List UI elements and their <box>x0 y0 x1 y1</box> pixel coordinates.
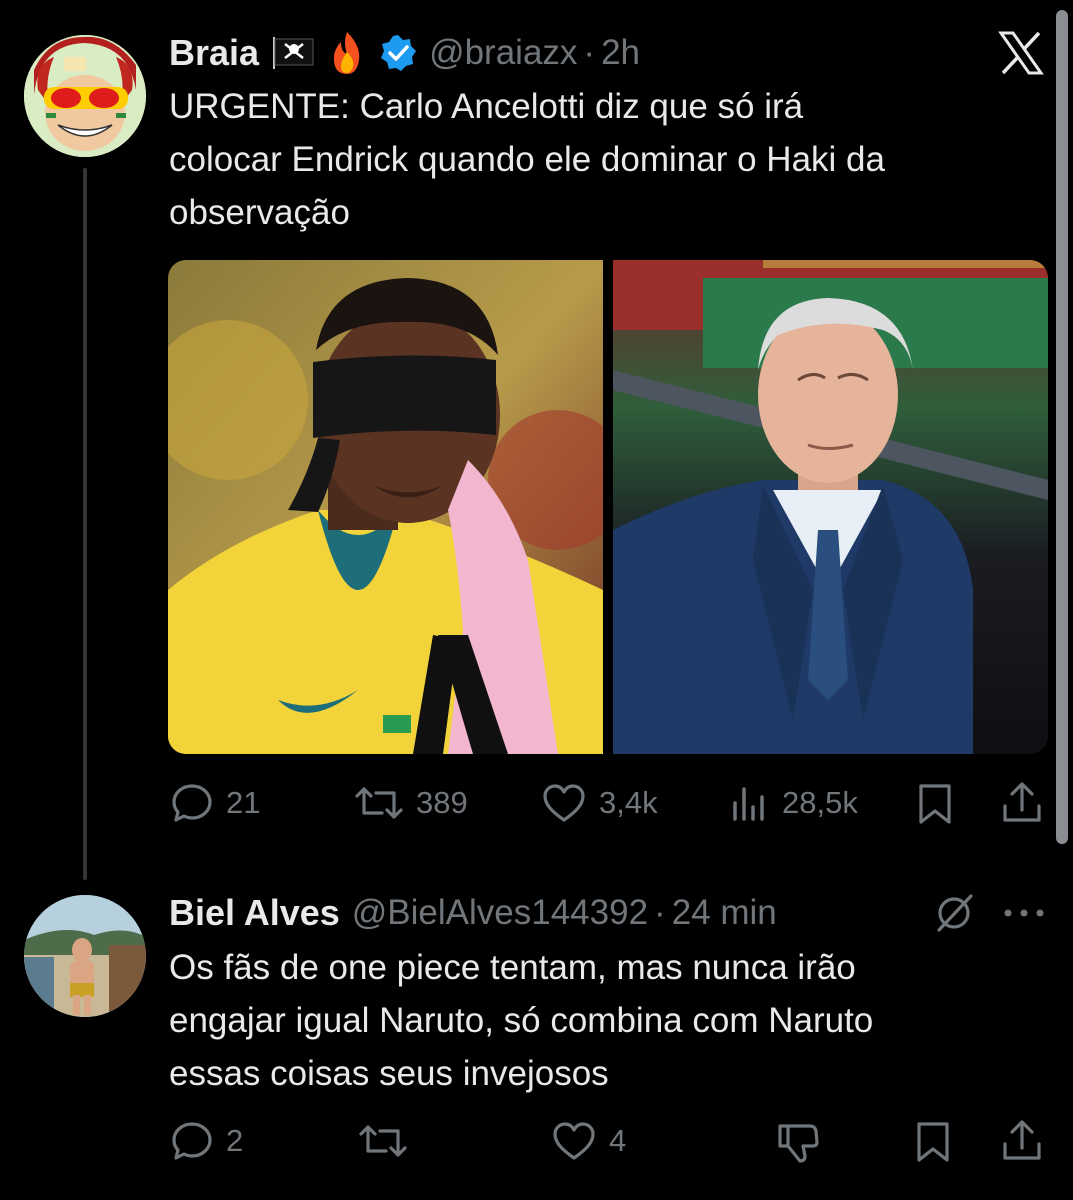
separator-dot: · <box>583 33 596 72</box>
separator-dot: · <box>654 893 666 932</box>
like-button[interactable]: 4 <box>551 1118 626 1164</box>
views-button[interactable]: 28,5k <box>730 780 858 826</box>
reply-button[interactable]: 2 <box>170 1118 243 1164</box>
reply-button[interactable]: 21 <box>170 780 260 826</box>
reply-text: Os fãs de one piece tentam, mas nunca ir… <box>169 941 1039 1100</box>
tweet-text-line: URGENTE: Carlo Ancelotti diz que só irá <box>169 87 804 126</box>
reply-count: 2 <box>226 1123 244 1158</box>
analytics-icon <box>733 787 764 821</box>
scrollbar[interactable] <box>1056 10 1068 844</box>
timestamp[interactable]: 24 min <box>672 893 777 933</box>
reply-text-line: engajar igual Naruto, só combina com Nar… <box>169 1001 874 1040</box>
heart-icon <box>553 1122 595 1160</box>
reply-count: 21 <box>226 785 261 820</box>
repost-count: 389 <box>416 785 468 820</box>
display-name[interactable]: Braia <box>169 32 259 74</box>
reply-text-line: Os fãs de one piece tentam, mas nunca ir… <box>169 948 856 987</box>
repost-button[interactable] <box>358 1118 408 1164</box>
handle[interactable]: @BielAlves144392 <box>352 893 648 933</box>
bookmark-icon[interactable] <box>915 782 955 826</box>
x-logo-icon[interactable] <box>998 30 1044 76</box>
share-icon[interactable] <box>1000 1118 1044 1164</box>
repost-icon <box>355 787 403 819</box>
view-count: 28,5k <box>782 785 858 820</box>
repost-button[interactable]: 389 <box>354 780 468 826</box>
like-button[interactable]: 3,4k <box>541 780 658 826</box>
downvote-icon[interactable] <box>776 1120 820 1166</box>
like-count: 4 <box>609 1123 627 1158</box>
image-endrick-blindfolded[interactable] <box>168 260 603 754</box>
avatar[interactable] <box>24 35 146 157</box>
heart-icon <box>543 784 585 822</box>
reply-text-line: essas coisas seus invejosos <box>169 1054 609 1093</box>
share-icon[interactable] <box>1000 780 1044 826</box>
grok-icon[interactable] <box>933 892 975 934</box>
media-grid <box>168 260 1048 754</box>
tweet-text-line: colocar Endrick quando ele dominar o Hak… <box>169 140 885 179</box>
tweet-text-line: observação <box>169 193 350 232</box>
like-count: 3,4k <box>599 785 658 820</box>
thread-line <box>83 168 87 880</box>
tweet-header: Braia @braiazx · 2h <box>169 28 640 78</box>
verified-icon[interactable] <box>379 34 417 72</box>
reply-header: Biel Alves @BielAlves144392 · 24 min <box>169 888 777 938</box>
fire-icon <box>327 30 367 76</box>
timestamp[interactable]: 2h <box>601 33 640 73</box>
handle[interactable]: @braiazx <box>429 33 577 73</box>
tweet-text: URGENTE: Carlo Ancelotti diz que só irá … <box>169 80 1039 239</box>
avatar[interactable] <box>24 895 146 1017</box>
repost-icon <box>359 1125 407 1157</box>
display-name[interactable]: Biel Alves <box>169 892 340 934</box>
reply-icon <box>172 1122 212 1160</box>
bookmark-icon[interactable] <box>913 1120 953 1164</box>
more-options-icon[interactable] <box>1002 906 1046 920</box>
pirate-flag-icon <box>271 36 315 70</box>
reply-icon <box>172 784 212 822</box>
image-ancelotti[interactable] <box>613 260 1048 754</box>
